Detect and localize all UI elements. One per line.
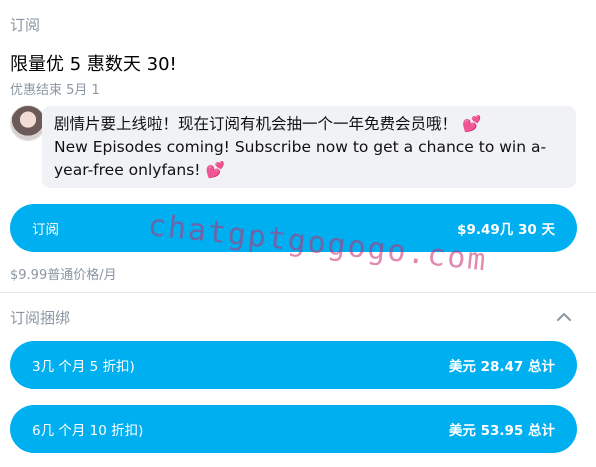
creator-avatar[interactable]: [10, 105, 46, 141]
regular-price-text: $9.99普通价格/月: [10, 268, 117, 283]
bundle-label: 6几 个月 10 折扣): [32, 423, 144, 439]
bundle-price: 美元 53.95 总计: [448, 423, 555, 439]
promo-title: 限量优 5 惠数天 30!: [10, 54, 177, 75]
subscribe-button[interactable]: 订阅 $9.49几 30 天: [10, 204, 577, 252]
section-divider: [0, 292, 596, 293]
bundle-3-months-button[interactable]: 3几 个月 5 折扣) 美元 28.47 总计: [10, 341, 577, 389]
subscribe-button-label: 订阅: [32, 222, 59, 238]
heart-icon: 💕: [205, 161, 225, 179]
bundle-label: 3几 个月 5 折扣): [32, 359, 135, 375]
subscription-section-label: 订阅: [10, 16, 41, 34]
bundles-section-label: 订阅捆绑: [10, 309, 71, 327]
heart-icon: 💕: [461, 115, 482, 133]
creator-message: 剧情片要上线啦！现在订阅有机会抽一个一年免费会员哦！ 💕 New Episode…: [42, 106, 576, 188]
message-line-cn: 剧情片要上线啦！现在订阅有机会抽一个一年免费会员哦！ 💕: [54, 115, 482, 133]
chevron-up-icon[interactable]: [556, 309, 572, 325]
promo-ends-text: 优惠结束 5月 1: [10, 83, 100, 98]
bundle-6-months-button[interactable]: 6几 个月 10 折扣) 美元 53.95 总计: [10, 405, 577, 453]
bundle-price: 美元 28.47 总计: [448, 359, 555, 375]
message-line-en: New Episodes coming! Subscribe now to ge…: [54, 138, 547, 179]
subscribe-button-price: $9.49几 30 天: [457, 222, 555, 238]
